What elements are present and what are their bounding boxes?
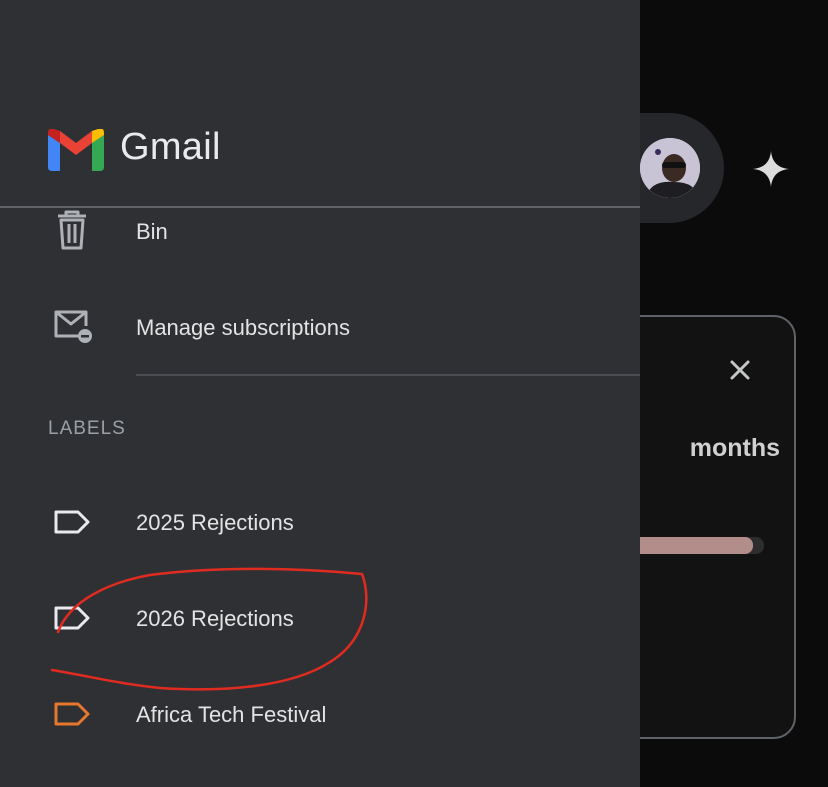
label-name: 2025 Rejections	[136, 510, 294, 535]
labels-section-title: LABELS	[48, 418, 126, 439]
label-item-africa-tech-festival[interactable]: Africa Tech Festival	[0, 674, 640, 754]
navigation-drawer: Gmail Bin Manage subscriptions LABELS 20…	[0, 0, 640, 787]
label-item-2026-rejections[interactable]: 2026 Rejections	[0, 578, 640, 658]
label-icon	[54, 510, 90, 534]
drawer-item-label: Manage subscriptions	[136, 315, 351, 340]
avatar[interactable]	[640, 138, 700, 198]
gmail-logo-icon	[48, 129, 104, 171]
label-name: 2026 Rejections	[136, 606, 294, 631]
close-icon[interactable]	[726, 356, 754, 384]
label-name: Africa Tech Festival	[136, 702, 327, 727]
label-icon	[54, 606, 90, 630]
label-item-2025-rejections[interactable]: 2025 Rejections	[0, 482, 640, 562]
app-title: Gmail	[120, 126, 221, 168]
label-icon	[54, 702, 90, 726]
manage-subscriptions-icon	[54, 310, 92, 343]
drawer-item-manage-subscriptions[interactable]: Manage subscriptions	[0, 286, 640, 366]
drawer-item-label: Bin	[136, 219, 168, 244]
divider	[136, 374, 640, 376]
trash-icon	[58, 210, 86, 250]
avatar-image-icon	[640, 138, 700, 198]
drawer-header: Gmail	[0, 0, 640, 208]
gemini-sparkle-icon[interactable]	[752, 150, 790, 188]
